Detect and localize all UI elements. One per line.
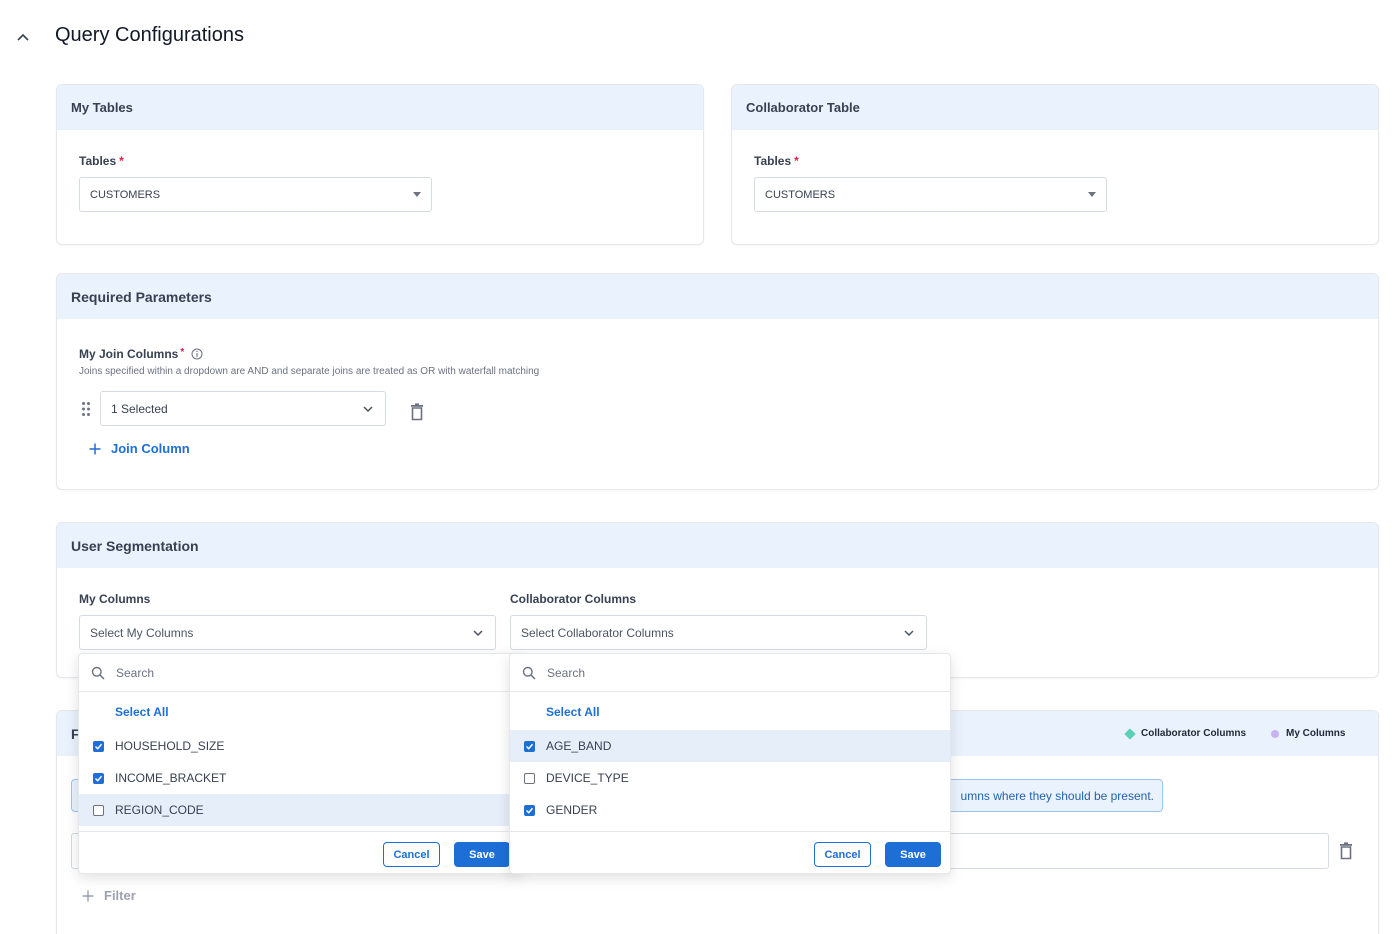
plus-icon bbox=[82, 890, 94, 901]
my-columns-label: My Columns bbox=[79, 592, 151, 606]
add-join-column-label: Join Column bbox=[111, 441, 190, 456]
collaborator-table-header: Collaborator Table bbox=[732, 85, 1378, 130]
my-columns-option-label: INCOME_BRACKET bbox=[115, 771, 227, 785]
add-filter-label: Filter bbox=[104, 888, 136, 903]
my-columns-legend-marker bbox=[1271, 729, 1280, 738]
my-columns-option[interactable]: INCOME_BRACKET bbox=[79, 762, 519, 794]
collapse-section-button[interactable] bbox=[14, 28, 32, 46]
collaborator-columns-option[interactable]: DEVICE_TYPE bbox=[510, 762, 950, 794]
my-columns-select[interactable]: Select My Columns bbox=[79, 615, 496, 650]
my-tables-header: My Tables bbox=[57, 85, 703, 130]
my-columns-search-placeholder: Search bbox=[116, 665, 155, 680]
collaborator-columns-option[interactable]: GENDER bbox=[510, 794, 950, 826]
my-tables-tables-label: Tables * bbox=[79, 154, 124, 168]
my-tables-card: My Tables Tables * CUSTOMERS bbox=[56, 84, 704, 245]
checkbox-checked[interactable] bbox=[93, 772, 104, 784]
my-columns-search[interactable]: Search bbox=[79, 654, 519, 692]
my-columns-cancel-button[interactable]: Cancel bbox=[383, 842, 440, 867]
collaborator-columns-save-button[interactable]: Save bbox=[885, 842, 941, 867]
my-tables-select-value: CUSTOMERS bbox=[90, 188, 161, 201]
checkbox-unchecked[interactable] bbox=[93, 804, 104, 816]
required-asterisk: * bbox=[180, 347, 185, 358]
filters-legend: Collaborator Columns My Columns bbox=[1124, 727, 1346, 740]
join-columns-label: My Join Columns * bbox=[79, 347, 203, 363]
collaborator-columns-option-label: DEVICE_TYPE bbox=[546, 771, 629, 785]
my-columns-dropdown: Search Select All HOUSEHOLD_SIZE INCOME_… bbox=[78, 653, 520, 874]
join-column-select-value: 1 Selected bbox=[111, 401, 168, 416]
my-columns-option-label: HOUSEHOLD_SIZE bbox=[115, 739, 225, 753]
collaborator-tables-label: Tables * bbox=[754, 154, 799, 168]
trash-icon bbox=[411, 403, 423, 421]
chevron-down-icon bbox=[904, 629, 914, 636]
chevron-up-icon bbox=[17, 33, 29, 41]
drag-handle-icon[interactable] bbox=[81, 401, 91, 417]
page-title: Query Configurations bbox=[55, 24, 244, 46]
collaborator-legend-label: Collaborator Columns bbox=[1141, 728, 1247, 739]
trash-icon bbox=[1340, 842, 1352, 860]
chevron-down-icon bbox=[473, 629, 483, 636]
required-parameters-card: Required Parameters My Join Columns * Jo… bbox=[56, 273, 1379, 490]
required-asterisk: * bbox=[119, 154, 124, 168]
search-icon bbox=[91, 666, 105, 680]
collaborator-columns-search-placeholder: Search bbox=[547, 665, 586, 680]
user-segmentation-header: User Segmentation bbox=[57, 523, 1378, 568]
collaborator-columns-placeholder: Select Collaborator Columns bbox=[521, 625, 674, 640]
my-columns-legend-label: My Columns bbox=[1286, 728, 1346, 739]
search-icon bbox=[522, 666, 536, 680]
collaborator-columns-cancel-button[interactable]: Cancel bbox=[814, 842, 871, 867]
my-columns-option[interactable]: REGION_CODE bbox=[79, 794, 519, 826]
collaborator-columns-label: Collaborator Columns bbox=[510, 592, 637, 606]
collaborator-columns-dropdown-footer: Cancel Save bbox=[510, 831, 950, 878]
caret-down-icon bbox=[1088, 192, 1096, 197]
checkbox-checked[interactable] bbox=[524, 740, 535, 752]
collaborator-columns-select[interactable]: Select Collaborator Columns bbox=[510, 615, 927, 650]
join-columns-hint: Joins specified within a dropdown are AN… bbox=[79, 366, 540, 377]
my-columns-option[interactable]: HOUSEHOLD_SIZE bbox=[79, 730, 519, 762]
add-join-column-button[interactable]: Join Column bbox=[89, 441, 190, 456]
my-columns-option-label: REGION_CODE bbox=[115, 803, 204, 817]
my-tables-select[interactable]: CUSTOMERS bbox=[79, 177, 432, 212]
info-icon[interactable] bbox=[191, 348, 203, 363]
add-filter-button[interactable]: Filter bbox=[82, 888, 136, 903]
delete-filter-button[interactable] bbox=[1339, 842, 1353, 860]
collaborator-columns-option[interactable]: AGE_BAND bbox=[510, 730, 950, 762]
delete-join-button[interactable] bbox=[410, 403, 424, 421]
caret-down-icon bbox=[413, 192, 421, 197]
collaborator-columns-option-label: AGE_BAND bbox=[546, 739, 612, 753]
collaborator-columns-select-all[interactable]: Select All bbox=[510, 694, 950, 730]
plus-icon bbox=[89, 443, 101, 454]
collaborator-tables-select-value: CUSTOMERS bbox=[765, 188, 836, 201]
collaborator-legend-marker bbox=[1124, 727, 1136, 740]
join-column-select[interactable]: 1 Selected bbox=[100, 391, 386, 426]
my-columns-dropdown-footer: Cancel Save bbox=[79, 831, 519, 878]
collaborator-table-card: Collaborator Table Tables * CUSTOMERS bbox=[731, 84, 1379, 245]
my-columns-save-button[interactable]: Save bbox=[454, 842, 510, 867]
required-asterisk: * bbox=[794, 154, 799, 168]
filters-info-text: umns where they should be present. bbox=[960, 789, 1154, 803]
required-parameters-header: Required Parameters bbox=[57, 274, 1378, 319]
checkbox-checked[interactable] bbox=[524, 804, 535, 816]
collaborator-columns-option-label: GENDER bbox=[546, 803, 598, 817]
my-columns-placeholder: Select My Columns bbox=[90, 625, 194, 640]
collaborator-columns-search[interactable]: Search bbox=[510, 654, 950, 692]
checkbox-checked[interactable] bbox=[93, 740, 104, 752]
my-columns-select-all[interactable]: Select All bbox=[79, 694, 519, 730]
collaborator-tables-select[interactable]: CUSTOMERS bbox=[754, 177, 1107, 212]
chevron-down-icon bbox=[363, 405, 373, 412]
collaborator-columns-dropdown: Search Select All AGE_BAND DEVICE_TYPE G… bbox=[509, 653, 951, 874]
checkbox-unchecked[interactable] bbox=[524, 772, 535, 784]
